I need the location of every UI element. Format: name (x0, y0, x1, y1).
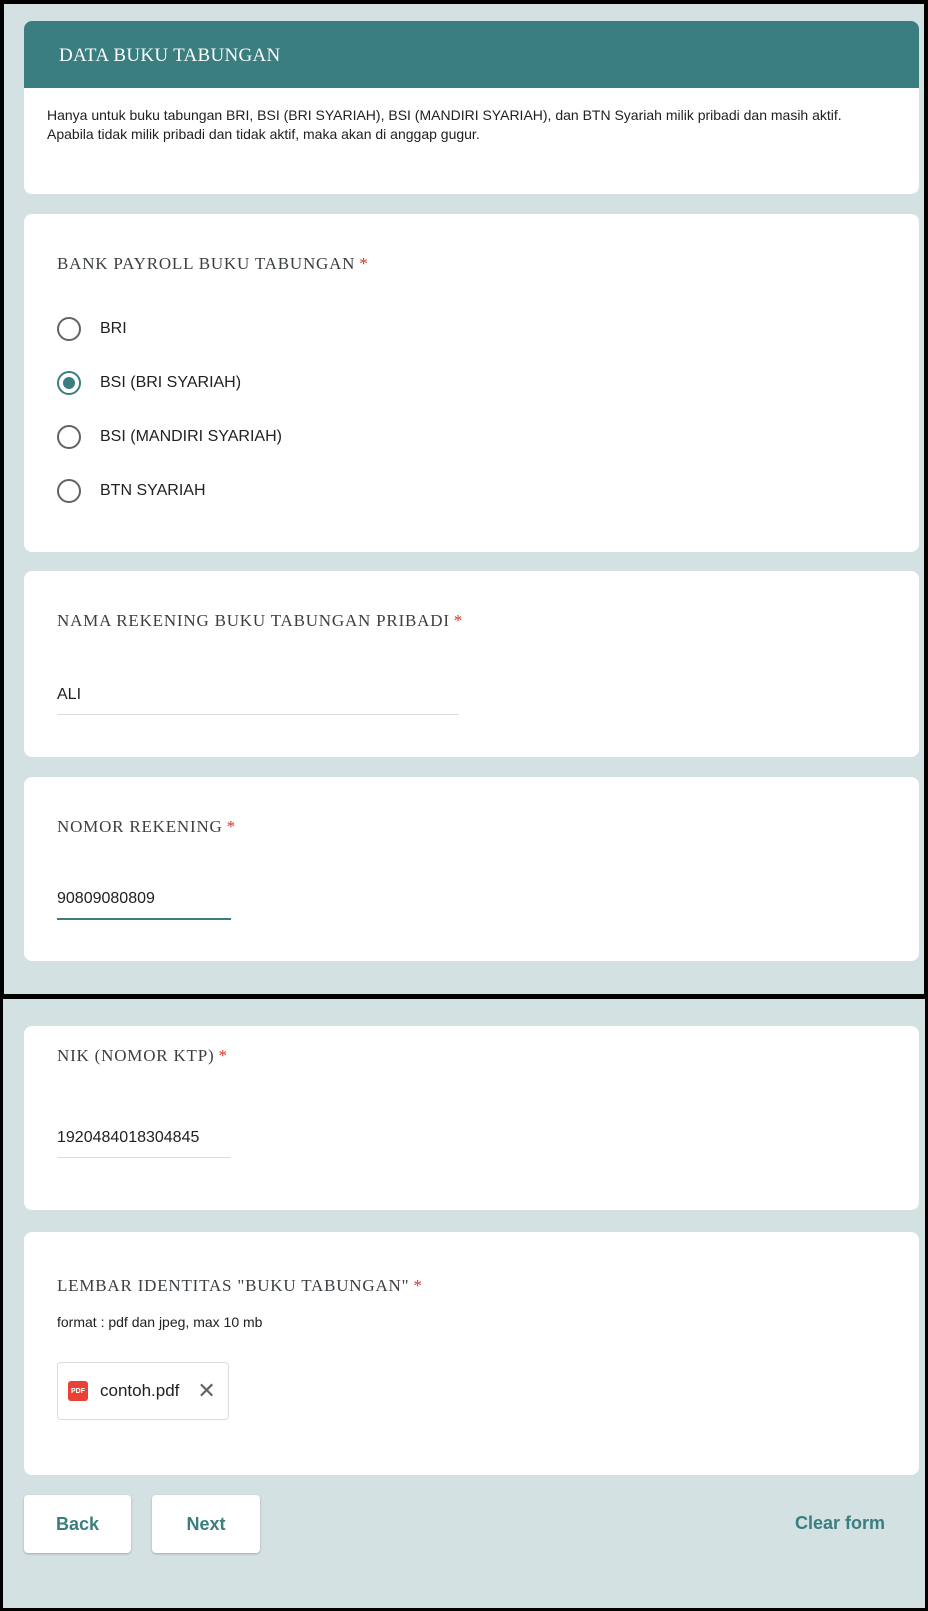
section-header-card: DATA BUKU TABUNGAN Hanya untuk buku tabu… (24, 21, 919, 194)
question-title: NIK (NOMOR KTP) * (57, 1046, 228, 1065)
section-description: Hanya untuk buku tabungan BRI, BSI (BRI … (47, 107, 842, 142)
required-asterisk: * (413, 1276, 423, 1295)
question-bank-card: BANK PAYROLL BUKU TABUNGAN * BRI BSI (BRI… (24, 214, 919, 552)
radio-group: BRI BSI (BRI SYARIAH) BSI (MANDIRI SYARI… (57, 302, 282, 518)
question-title: BANK PAYROLL BUKU TABUNGAN * (57, 254, 369, 273)
close-icon[interactable]: ✕ (197, 1380, 215, 1402)
radio-label: BSI (BRI SYARIAH) (100, 374, 242, 391)
radio-label: BTN SYARIAH (100, 482, 206, 499)
file-name: contoh.pdf (100, 1381, 180, 1400)
pdf-file-icon: PDF (68, 1381, 88, 1401)
section-title: DATA BUKU TABUNGAN (24, 21, 919, 88)
radio-label: BRI (100, 320, 127, 337)
question-nik-card: NIK (NOMOR KTP) * 1920484018304845 (24, 1026, 919, 1210)
radio-button[interactable] (57, 479, 81, 503)
required-asterisk: * (359, 254, 369, 273)
radio-option-bsi-bri-syariah[interactable]: BSI (BRI SYARIAH) (57, 356, 282, 410)
radio-option-bri[interactable]: BRI (57, 302, 282, 356)
next-button[interactable]: Next (152, 1495, 260, 1553)
required-asterisk: * (453, 611, 464, 630)
radio-option-bsi-mandiri-syariah[interactable]: BSI (MANDIRI SYARIAH) (57, 410, 282, 464)
question-hint: format : pdf dan jpeg, max 10 mb (57, 1314, 263, 1330)
question-title: LEMBAR IDENTITAS "BUKU TABUNGAN" * (57, 1276, 423, 1295)
uploaded-file-chip[interactable]: PDF contoh.pdf ✕ (57, 1362, 229, 1420)
question-nama-card: NAMA REKENING BUKU TABUNGAN PRIBADI * ALI (24, 571, 919, 757)
question-title: NOMOR REKENING * (57, 817, 236, 836)
radio-label: BSI (MANDIRI SYARIAH) (100, 428, 282, 445)
question-nomor-card: NOMOR REKENING * 90809080809 (24, 777, 919, 961)
nama-rekening-input[interactable]: ALI (57, 686, 459, 715)
back-button[interactable]: Back (24, 1495, 131, 1553)
radio-button[interactable] (57, 317, 81, 341)
clear-form-button[interactable]: Clear form (795, 1513, 885, 1534)
required-asterisk: * (226, 817, 236, 836)
nomor-rekening-input[interactable]: 90809080809 (57, 890, 231, 920)
required-asterisk: * (218, 1046, 228, 1065)
radio-button-checked[interactable] (57, 371, 81, 395)
nik-input[interactable]: 1920484018304845 (57, 1129, 231, 1158)
radio-button[interactable] (57, 425, 81, 449)
radio-option-btn-syariah[interactable]: BTN SYARIAH (57, 464, 282, 518)
question-file-card: LEMBAR IDENTITAS "BUKU TABUNGAN" * format… (24, 1232, 919, 1475)
question-title: NAMA REKENING BUKU TABUNGAN PRIBADI * (57, 611, 464, 630)
